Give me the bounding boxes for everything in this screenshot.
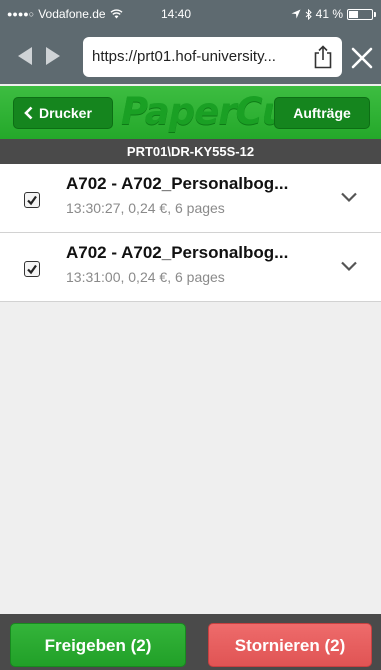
job-title: A702 - A702_Personalbog... [66,243,289,262]
battery-icon [347,8,376,20]
browser-chrome: ●●●●○ Vodafone.de 14:40 41 % https://prt… [0,0,381,84]
share-icon[interactable] [313,45,333,69]
job-meta: 13:30:27, 0,24 €, 6 pages [66,200,225,216]
browser-toolbar: https://prt01.hof-university... [0,30,381,84]
carrier-name: Vodafone.de [38,7,106,21]
chevron-left-icon [24,106,33,120]
battery-percent: 41 % [315,7,343,21]
bluetooth-icon [305,8,312,20]
job-checkbox[interactable] [24,261,40,277]
checkmark-icon [27,264,37,275]
checkmark-icon [27,195,37,206]
job-meta: 13:31:00, 0,24 €, 6 pages [66,269,225,285]
jobs-button[interactable]: Aufträge [274,97,370,129]
chevron-down-icon[interactable] [340,191,358,203]
chevron-down-icon[interactable] [340,260,358,272]
battery-level [349,10,359,18]
job-title: A702 - A702_Personalbog... [66,174,289,193]
wifi-icon [110,9,123,19]
clock: 14:40 [161,7,192,21]
papercut-header: PaperCut Drucker Aufträge [0,86,381,139]
url-text[interactable]: https://prt01.hof-university... [92,48,306,65]
address-bar[interactable]: https://prt01.hof-university... [83,37,342,77]
job-row[interactable]: A702 - A702_Personalbog... 13:31:00, 0,2… [0,233,381,302]
jobs-button-label: Aufträge [293,105,351,121]
status-bar: ●●●●○ Vodafone.de 14:40 41 % [0,0,381,28]
action-bar: Freigeben (2) Stornieren (2) [0,614,381,670]
signal-strength: ●●●●○ [7,9,35,19]
release-button[interactable]: Freigeben (2) [10,623,186,667]
close-icon[interactable] [350,46,374,70]
job-row[interactable]: A702 - A702_Personalbog... 13:30:27, 0,2… [0,164,381,233]
printer-back-button[interactable]: Drucker [13,97,113,129]
job-list: A702 - A702_Personalbog... 13:30:27, 0,2… [0,164,381,302]
printer-back-label: Drucker [39,105,92,121]
printer-name: PRT01\DR-KY55S-12 [0,139,381,164]
back-arrow-icon[interactable] [18,47,32,65]
forward-arrow-icon[interactable] [46,47,60,65]
location-icon [291,9,301,19]
cancel-button[interactable]: Stornieren (2) [208,623,372,667]
job-checkbox[interactable] [24,192,40,208]
